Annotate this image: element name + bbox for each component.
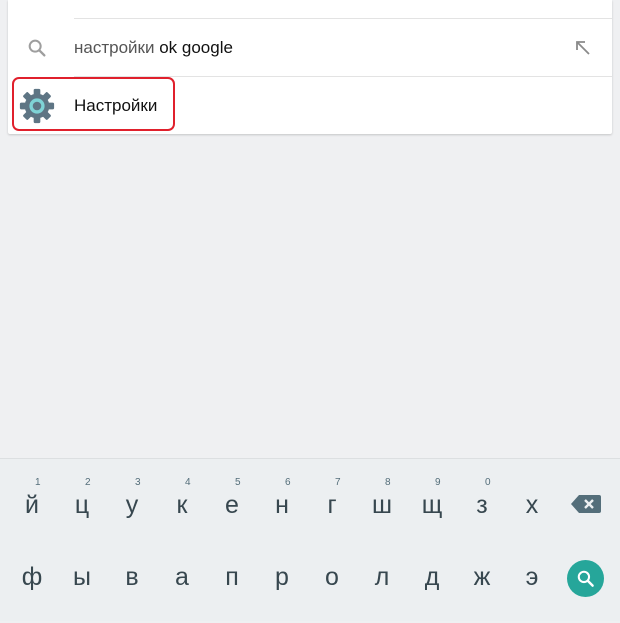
key-hint: 6 [285, 477, 291, 488]
onscreen-keyboard: 1й 2ц 3у 4к 5е 6н 7г 8ш 9щ 0з х ф ы в а … [0, 458, 620, 621]
key-6[interactable]: 6н [257, 459, 307, 519]
key-hint: 8 [385, 477, 391, 488]
key-label: ц [74, 491, 90, 519]
key-14[interactable]: в [107, 563, 157, 623]
key-2[interactable]: 2ц [57, 459, 107, 519]
search-icon [577, 570, 594, 587]
key-3[interactable]: 3у [107, 459, 157, 519]
search-query-suffix: ok google [159, 38, 233, 57]
result-label: Настройки [74, 96, 158, 115]
key-22[interactable]: э [507, 563, 557, 623]
key-10[interactable]: 0з [457, 459, 507, 519]
key-label: р [275, 563, 289, 591]
key-hint: 4 [185, 477, 191, 488]
key-4[interactable]: 4к [157, 459, 207, 519]
key-19[interactable]: л [357, 563, 407, 623]
key-17[interactable]: р [257, 563, 307, 623]
key-hint: 3 [135, 477, 141, 488]
key-label: х [525, 491, 539, 519]
search-icon [28, 39, 46, 57]
suggestions-card: настройки ok google Настройки [8, 0, 612, 134]
search-query-text: настройки ok google [74, 38, 233, 58]
key-hint: 7 [335, 477, 341, 488]
search-suggestion-row[interactable]: настройки ok google [8, 19, 612, 76]
key-hint: 9 [435, 477, 441, 488]
key-13[interactable]: ы [57, 563, 107, 623]
key-label: ж [473, 563, 491, 591]
search-query-prefix: настройки [74, 38, 160, 57]
key-hint: 5 [235, 477, 241, 488]
key-label: н [275, 491, 289, 519]
key-9[interactable]: 9щ [407, 459, 457, 519]
key-label: ш [371, 491, 393, 519]
key-label: к [176, 491, 188, 519]
key-5[interactable]: 5е [207, 459, 257, 519]
key-label: ы [73, 563, 91, 591]
key-label: в [125, 563, 139, 591]
key-label: о [325, 563, 339, 591]
key-label: а [175, 563, 189, 591]
key-20[interactable]: д [407, 563, 457, 623]
keyboard-search-button[interactable] [567, 560, 604, 597]
key-label: щ [421, 491, 443, 519]
key-label: г [327, 491, 337, 519]
key-hint: 1 [35, 477, 41, 488]
settings-gear-icon [19, 88, 55, 124]
key-label: д [424, 563, 440, 591]
key-label: л [374, 563, 390, 591]
key-hint: 0 [485, 477, 491, 488]
key-label: ф [21, 563, 43, 591]
key-label: е [225, 491, 239, 519]
key-label: й [25, 491, 39, 519]
key-8[interactable]: 8ш [357, 459, 407, 519]
key-1[interactable]: 1й [7, 459, 57, 519]
key-15[interactable]: а [157, 563, 207, 623]
insert-query-arrow-icon[interactable] [574, 39, 592, 57]
key-16[interactable]: п [207, 563, 257, 623]
key-label: з [476, 491, 488, 519]
key-18[interactable]: о [307, 563, 357, 623]
key-12[interactable]: ф [7, 563, 57, 623]
backspace-icon[interactable] [570, 493, 602, 515]
key-7[interactable]: 7г [307, 459, 357, 519]
previous-suggestion-row[interactable] [8, 0, 612, 18]
key-label: э [525, 563, 539, 591]
key-label: п [225, 563, 239, 591]
key-11[interactable]: х [507, 459, 557, 519]
key-21[interactable]: ж [457, 563, 507, 623]
key-hint: 2 [85, 477, 91, 488]
settings-result-row[interactable]: Настройки [8, 77, 612, 134]
key-label: у [125, 491, 139, 519]
